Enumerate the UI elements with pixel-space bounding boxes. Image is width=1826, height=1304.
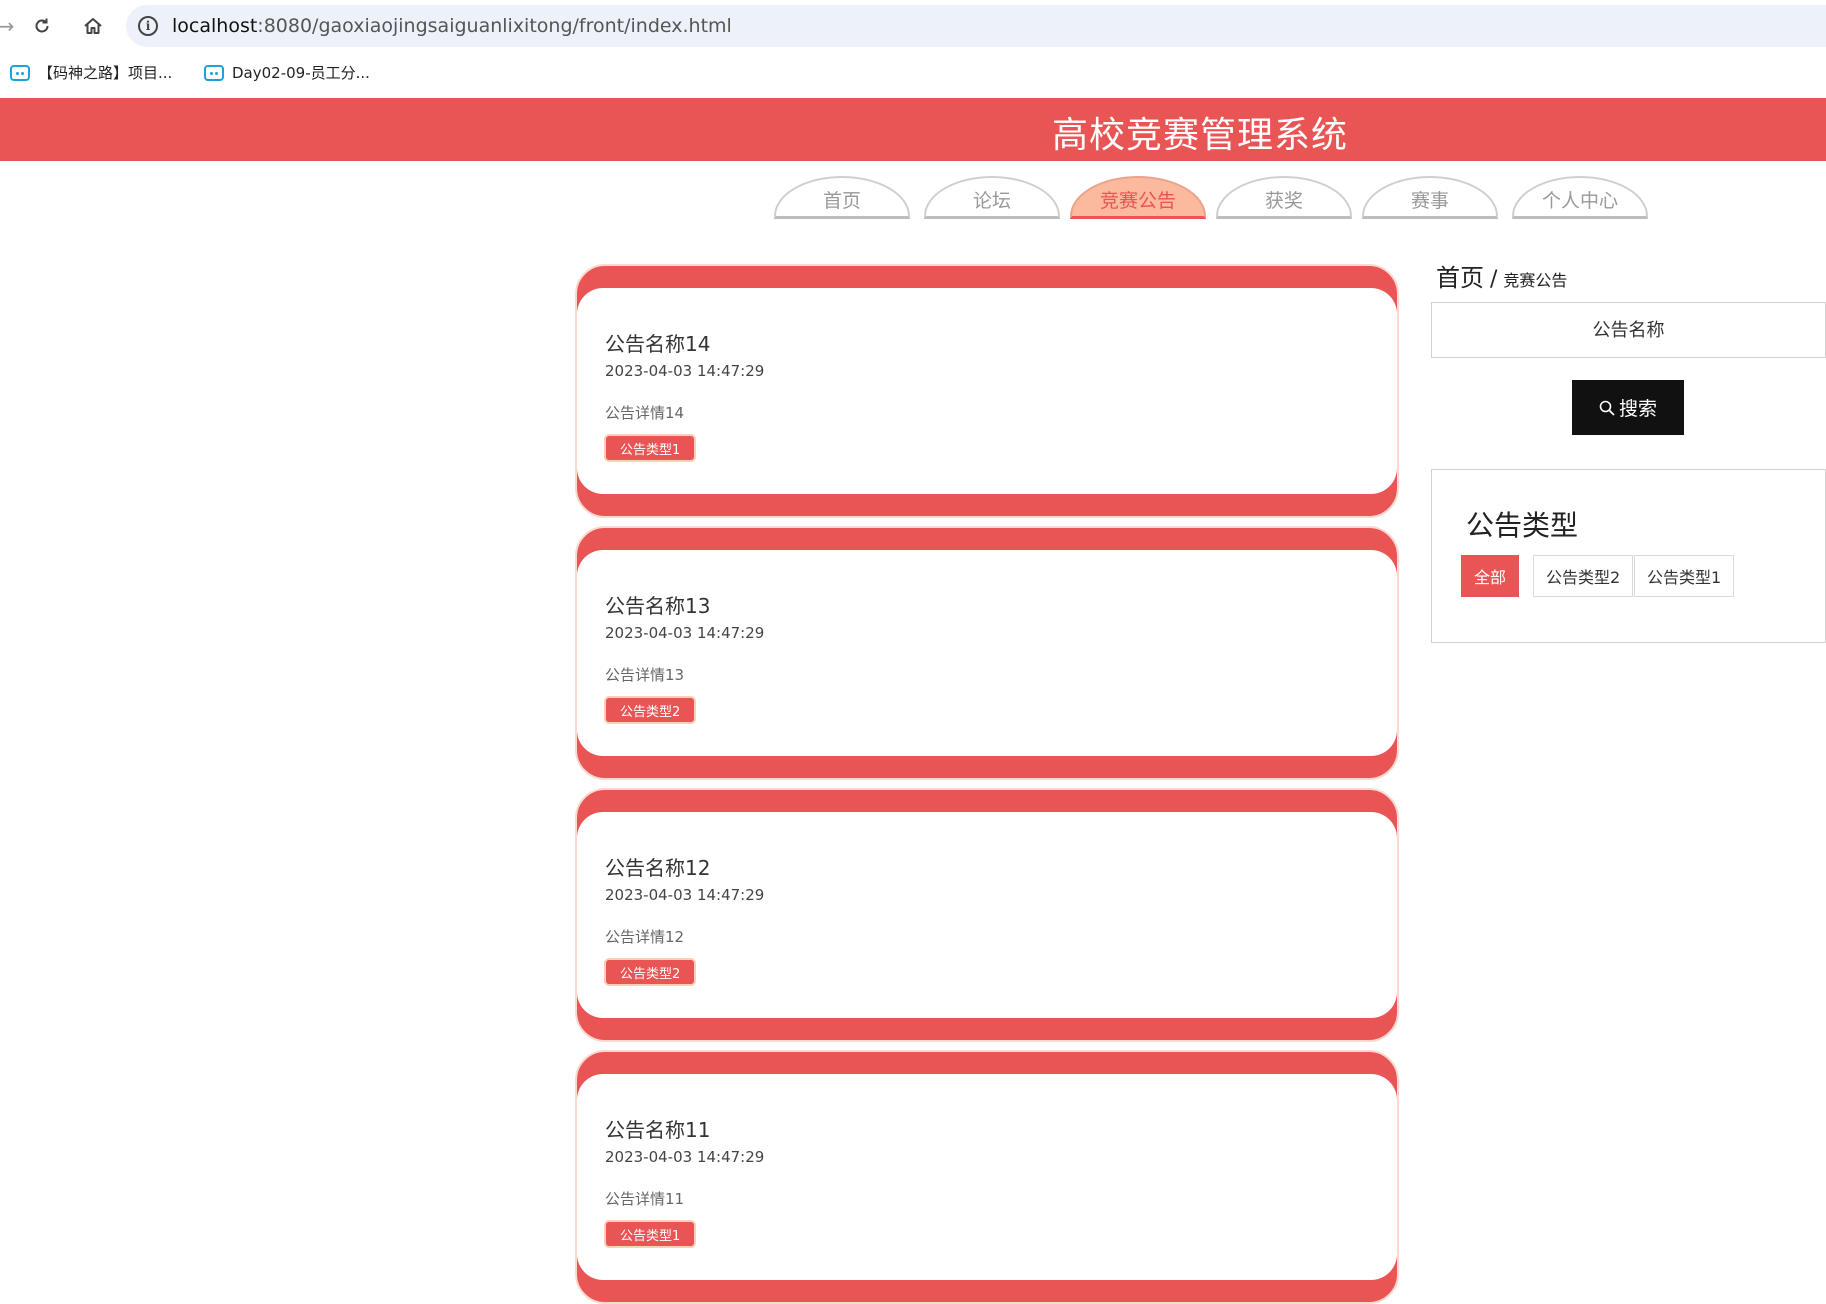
tab-events[interactable]: 赛事: [1362, 176, 1498, 219]
notice-type-badge: 公告类型1: [604, 434, 697, 462]
breadcrumb-current: 竞赛公告: [1503, 271, 1568, 290]
notice-type-badge: 公告类型1: [604, 1220, 697, 1248]
browser-toolbar: → i localhost:8080/gaoxiaojingsaiguanlix…: [0, 0, 1826, 52]
notice-time: 2023-04-03 14:47:29: [605, 1148, 765, 1166]
bookmark-item[interactable]: 【码神之路】项目...: [10, 62, 172, 83]
tab-home[interactable]: 首页: [774, 176, 910, 219]
type-option-1[interactable]: 公告类型1: [1634, 555, 1735, 597]
site-info-icon[interactable]: i: [138, 16, 158, 36]
notice-detail: 公告详情13: [605, 666, 685, 684]
type-option-2[interactable]: 公告类型2: [1533, 555, 1634, 597]
notice-card[interactable]: 公告名称13 2023-04-03 14:47:29 公告详情13 公告类型2: [575, 526, 1399, 780]
main-nav: 首页 论坛 竞赛公告 获奖 赛事 个人中心: [774, 176, 1654, 220]
notice-time: 2023-04-03 14:47:29: [605, 886, 765, 904]
site-header: 高校竞赛管理系统: [0, 98, 1826, 161]
notice-detail: 公告详情11: [605, 1190, 685, 1208]
tab-notices[interactable]: 竞赛公告: [1070, 176, 1206, 219]
bilibili-icon: [10, 64, 30, 81]
notice-name: 公告名称14: [605, 332, 711, 356]
breadcrumb-home[interactable]: 首页: [1436, 264, 1484, 292]
notice-detail: 公告详情12: [605, 928, 685, 946]
notice-name-search-input[interactable]: [1431, 302, 1826, 358]
home-icon[interactable]: [79, 12, 107, 40]
url-text[interactable]: localhost:8080/gaoxiaojingsaiguanlixiton…: [172, 15, 732, 37]
bookmarks-bar: 【码神之路】项目... Day02-09-员工分...: [0, 52, 1826, 98]
tab-awards[interactable]: 获奖: [1216, 176, 1352, 219]
site-title: 高校竞赛管理系统: [1051, 115, 1348, 156]
breadcrumb-separator: /: [1490, 267, 1498, 292]
notice-name: 公告名称13: [605, 594, 711, 618]
reload-icon[interactable]: [28, 12, 56, 40]
search-button-label: 搜索: [1618, 398, 1657, 420]
bookmark-item[interactable]: Day02-09-员工分...: [204, 62, 370, 83]
notice-time: 2023-04-03 14:47:29: [605, 362, 765, 380]
search-button[interactable]: 搜索: [1572, 380, 1684, 435]
notice-detail: 公告详情14: [605, 404, 685, 422]
notice-type-panel: 公告类型 全部 公告类型2 公告类型1: [1431, 469, 1826, 643]
notice-name: 公告名称12: [605, 856, 711, 880]
tab-forum[interactable]: 论坛: [924, 176, 1060, 219]
notice-card[interactable]: 公告名称14 2023-04-03 14:47:29 公告详情14 公告类型1: [575, 264, 1399, 518]
search-icon: [1599, 400, 1615, 416]
notice-time: 2023-04-03 14:47:29: [605, 624, 765, 642]
notice-type-badge: 公告类型2: [604, 958, 697, 986]
tab-personal-center[interactable]: 个人中心: [1512, 176, 1648, 219]
notice-name: 公告名称11: [605, 1118, 711, 1142]
notice-card[interactable]: 公告名称11 2023-04-03 14:47:29 公告详情11 公告类型1: [575, 1050, 1399, 1304]
notice-card[interactable]: 公告名称12 2023-04-03 14:47:29 公告详情12 公告类型2: [575, 788, 1399, 1042]
address-bar[interactable]: i localhost:8080/gaoxiaojingsaiguanlixit…: [126, 5, 1826, 47]
forward-icon[interactable]: →: [0, 12, 20, 40]
type-option-all[interactable]: 全部: [1461, 555, 1520, 597]
type-panel-title: 公告类型: [1466, 509, 1579, 542]
bilibili-icon: [204, 64, 224, 81]
notice-type-badge: 公告类型2: [604, 696, 697, 724]
breadcrumb: 首页 / 竞赛公告: [1436, 258, 1567, 293]
